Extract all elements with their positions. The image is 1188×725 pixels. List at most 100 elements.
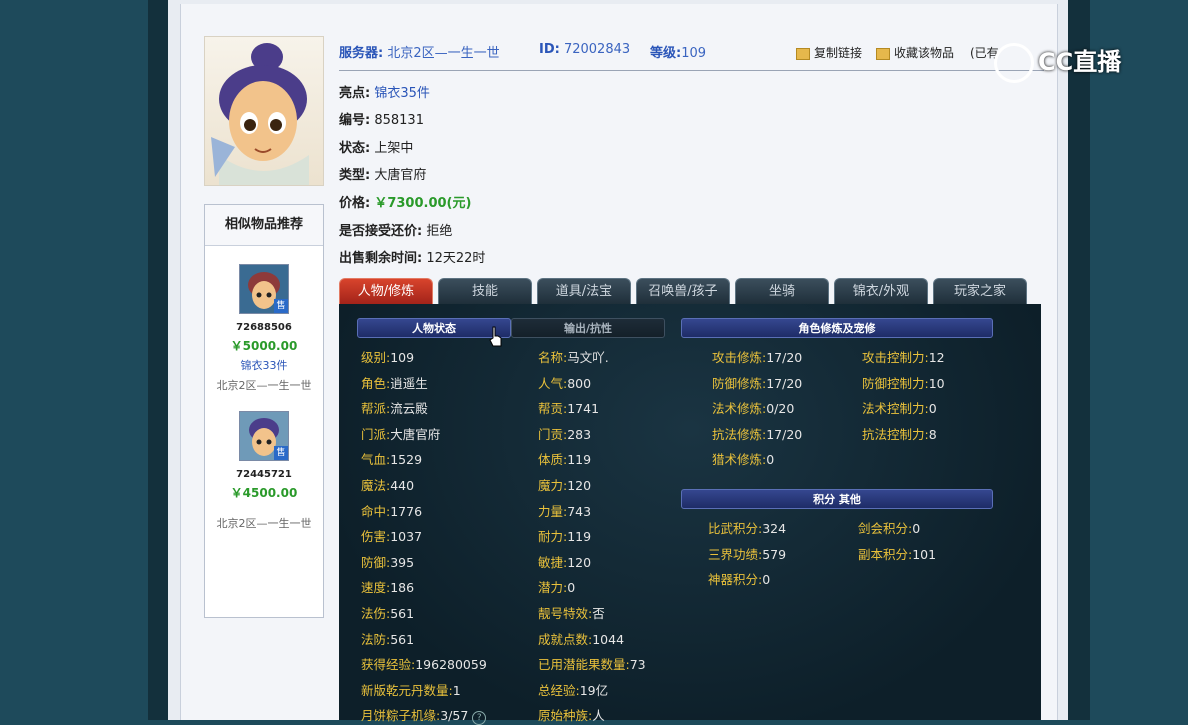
id-value: 72002843 bbox=[563, 42, 631, 57]
stat-row: 攻击修炼:17/20 bbox=[712, 347, 802, 366]
stat-label: 帮派: bbox=[361, 401, 391, 417]
stat-value: 120 bbox=[567, 478, 592, 493]
similar-items-title: 相似物品推荐 bbox=[205, 205, 323, 246]
stat-row: 副本积分:101 bbox=[858, 544, 936, 563]
favorite-button[interactable]: 收藏该物品 bbox=[876, 44, 954, 61]
stat-row: 防御控制力:10 bbox=[862, 373, 945, 392]
stat-value: 324 bbox=[762, 521, 787, 536]
help-icon[interactable]: ? bbox=[472, 711, 487, 725]
character-avatar bbox=[204, 36, 324, 186]
stat-row: 靓号特效:否 bbox=[538, 603, 605, 622]
stat-label: 获得经验: bbox=[361, 657, 416, 673]
similar-item-price: ￥5000.00 bbox=[230, 339, 298, 353]
similar-item-id: 72688506 bbox=[236, 322, 292, 333]
favorite-label: 收藏该物品 bbox=[894, 46, 955, 60]
stat-value: 283 bbox=[567, 426, 592, 442]
stat-value: 119 bbox=[567, 529, 592, 545]
stat-value: 579 bbox=[762, 546, 787, 562]
similar-item[interactable]: 售 72688506 ￥5000.00 锦衣33件 北京2区—一生一世 bbox=[205, 246, 323, 393]
stat-label: 魔力: bbox=[538, 478, 568, 493]
status-row: 状态: 上架中 bbox=[339, 137, 413, 156]
stat-row: 总经验:19亿 bbox=[538, 680, 608, 699]
stat-label: 名称: bbox=[538, 350, 568, 365]
stat-label: 新版乾元丹数量: bbox=[361, 682, 453, 698]
stat-value: 1037 bbox=[390, 529, 423, 545]
copy-link-button[interactable]: 复制链接 bbox=[796, 44, 862, 61]
watermark-text: CC直播 bbox=[1038, 48, 1122, 76]
stat-value: 1776 bbox=[390, 503, 423, 519]
stat-value: 0 bbox=[567, 580, 576, 596]
similar-item[interactable]: 售 72445721 ￥4500.00 北京2区—一生一世 bbox=[205, 393, 323, 531]
stat-value: 10 bbox=[928, 375, 945, 391]
stat-row: 月饼粽子机缘:3/57? bbox=[361, 705, 487, 725]
level-value: 109 bbox=[681, 46, 707, 61]
stat-row: 法术控制力:0 bbox=[862, 398, 937, 417]
id-info: ID: 72002843 bbox=[539, 42, 630, 57]
stat-label: 角色: bbox=[361, 375, 391, 391]
stat-row: 法防:561 bbox=[361, 629, 414, 648]
stat-row: 原始种族:人 bbox=[538, 705, 605, 724]
sell-badge: 售 bbox=[274, 299, 288, 313]
cultivation-section-title: 角色修炼及宠修 bbox=[681, 318, 993, 338]
stat-label: 神器积分: bbox=[708, 572, 763, 588]
tab-outfits[interactable]: 锦衣/外观 bbox=[834, 278, 928, 304]
stat-label: 抗法控制力: bbox=[862, 426, 929, 442]
stat-row: 潜力:0 bbox=[538, 577, 575, 596]
stat-row: 耐力:119 bbox=[538, 526, 591, 545]
number-label: 编号: bbox=[339, 113, 371, 128]
stat-value: 逍遥生 bbox=[390, 375, 428, 391]
stat-label: 成就点数: bbox=[538, 631, 593, 647]
stat-value: 1741 bbox=[567, 401, 600, 417]
similar-item-price: ￥4500.00 bbox=[230, 486, 298, 500]
tab-player-home[interactable]: 玩家之家 bbox=[933, 278, 1027, 304]
stat-row: 比武积分:324 bbox=[708, 518, 786, 537]
stat-row: 命中:1776 bbox=[361, 501, 422, 520]
stat-label: 防御修炼: bbox=[712, 375, 767, 391]
tab-skills[interactable]: 技能 bbox=[438, 278, 532, 304]
subtab-output-resistance[interactable]: 输出/抗性 bbox=[511, 318, 665, 338]
price-value: ￥7300.00(元) bbox=[374, 196, 472, 211]
stat-value: 0 bbox=[928, 401, 937, 417]
background-left-edge bbox=[148, 0, 168, 720]
similar-item-tag[interactable]: 锦衣33件 bbox=[205, 357, 323, 373]
stat-row: 气血:1529 bbox=[361, 449, 422, 468]
stat-label: 月饼粽子机缘: bbox=[361, 708, 441, 724]
stat-row: 法伤:561 bbox=[361, 603, 414, 622]
stat-value: 800 bbox=[567, 375, 592, 391]
stat-row: 防御:395 bbox=[361, 552, 414, 571]
tab-items[interactable]: 道具/法宝 bbox=[537, 278, 631, 304]
counteroffer-label: 是否接受还价: bbox=[339, 224, 423, 239]
stat-row: 速度:186 bbox=[361, 577, 414, 596]
tab-character[interactable]: 人物/修炼 bbox=[339, 278, 433, 304]
number-row: 编号: 858131 bbox=[339, 109, 424, 128]
stat-label: 级别: bbox=[361, 350, 391, 365]
counteroffer-value: 拒绝 bbox=[426, 224, 453, 239]
stat-row: 力量:743 bbox=[538, 501, 591, 520]
stat-row: 门派:大唐官府 bbox=[361, 424, 440, 443]
stat-value: 186 bbox=[390, 580, 415, 596]
stat-value: 马文吖. bbox=[567, 350, 609, 365]
stat-value: 否 bbox=[592, 606, 605, 621]
background-left bbox=[0, 0, 148, 720]
similar-item-server: 北京2区—一生一世 bbox=[216, 379, 312, 392]
stat-label: 法防: bbox=[361, 631, 391, 647]
highlight-value[interactable]: 锦衣35件 bbox=[374, 86, 430, 101]
folder-icon bbox=[876, 47, 890, 60]
stat-row: 体质:119 bbox=[538, 449, 591, 468]
stat-label: 耐力: bbox=[538, 529, 568, 545]
id-label: ID: bbox=[539, 42, 560, 57]
stat-row: 魔力:120 bbox=[538, 475, 591, 494]
similar-item-avatar-icon[interactable]: 售 bbox=[239, 411, 289, 461]
subtab-character-status[interactable]: 人物状态 bbox=[357, 318, 511, 338]
stat-value: 743 bbox=[567, 503, 592, 519]
stat-row: 神器积分:0 bbox=[708, 569, 770, 588]
stat-row: 门贡:283 bbox=[538, 424, 591, 443]
tab-pets[interactable]: 召唤兽/孩子 bbox=[636, 278, 730, 304]
tab-mounts[interactable]: 坐骑 bbox=[735, 278, 829, 304]
stat-label: 力量: bbox=[538, 503, 568, 519]
status-value: 上架中 bbox=[374, 141, 414, 156]
stat-row: 剑会积分:0 bbox=[858, 518, 920, 537]
stat-row: 名称:马文吖. bbox=[538, 347, 609, 366]
stat-value: 101 bbox=[912, 546, 937, 562]
similar-item-avatar-icon[interactable]: 售 bbox=[239, 264, 289, 314]
